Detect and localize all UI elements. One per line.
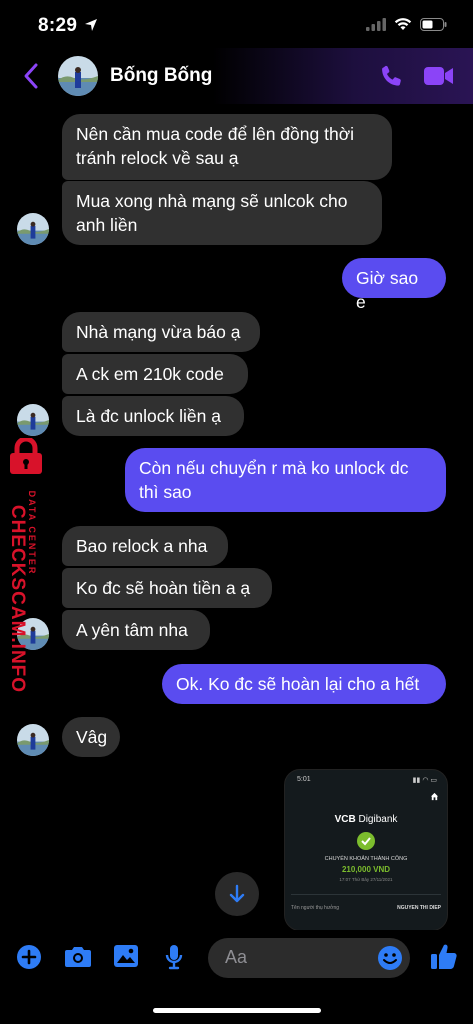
microphone-icon[interactable] (164, 944, 184, 970)
sender-avatar[interactable] (17, 404, 49, 436)
recipient-value: NGUYEN THI DIEP (397, 905, 441, 911)
message-input[interactable]: Aa (208, 938, 410, 978)
recipient-label: Tên người thụ hưởng (291, 905, 340, 911)
message-text: Giờ sao e (356, 268, 419, 312)
success-check-icon (357, 832, 375, 850)
message-input-placeholder: Aa (225, 947, 248, 967)
home-icon (430, 792, 439, 801)
contact-name[interactable]: Bống Bống (110, 65, 212, 87)
message-text: Nên cần mua code để lên đồng thời tránh … (76, 124, 355, 168)
message-text: Ko đc sẽ hoàn tiền a ạ (76, 578, 251, 598)
message-incoming[interactable]: Là đc unlock liền ạ (62, 396, 244, 436)
bank-brand: VCB Digibank (285, 814, 447, 825)
message-outgoing[interactable]: Ok. Ko đc sẽ hoàn lại cho a hết (162, 664, 446, 704)
avatar-image (17, 213, 49, 245)
message-text: Là đc unlock liền ạ (76, 406, 221, 426)
attachment-status-icons: ▮▮ ◠ ▭ (412, 777, 437, 784)
thumbs-up-icon[interactable] (430, 942, 458, 970)
scroll-to-bottom-button[interactable] (215, 872, 259, 916)
chat-header: Bống Bống (0, 48, 473, 104)
sender-avatar[interactable] (17, 213, 49, 245)
home-indicator (153, 1008, 321, 1013)
status-time: 8:29 (38, 15, 78, 36)
status-bar: 8:29 (0, 0, 473, 52)
brand-bold: VCB (334, 814, 356, 825)
wifi-icon (394, 18, 412, 30)
transfer-datetime: 17:07 Thứ Bảy 27/11/2021 (339, 877, 393, 882)
gallery-icon[interactable] (113, 944, 139, 968)
attachment-time: 5:01 (297, 776, 311, 783)
back-chevron-icon[interactable] (22, 62, 42, 90)
message-text: Nhà mạng vừa báo ạ (76, 322, 241, 342)
camera-icon[interactable] (64, 944, 92, 968)
transfer-status: CHUYỂN KHOẢN THÀNH CÔNG (324, 856, 408, 862)
divider (291, 894, 441, 895)
arrow-down-icon (229, 884, 245, 903)
composer-bar: Aa (0, 930, 473, 990)
message-text: A ck em 210k code (76, 364, 224, 384)
message-incoming[interactable]: A ck em 210k code (62, 354, 248, 394)
message-incoming[interactable]: Nên cần mua code để lên đồng thời tránh … (62, 114, 392, 180)
message-text: Mua xong nhà mạng sẽ unlcok cho anh liền (76, 191, 348, 235)
contact-avatar[interactable] (58, 56, 98, 96)
message-text: Bao relock a nha (76, 536, 208, 556)
image-attachment[interactable]: 5:01 ▮▮ ◠ ▭ VCB Digibank CHUYỂN KHOẢN TH… (284, 769, 448, 931)
message-incoming[interactable]: Bao relock a nha (62, 526, 228, 566)
battery-icon (420, 17, 447, 31)
watermark-subtitle: DATA CENTER (27, 490, 37, 576)
message-incoming[interactable]: Vâg (62, 717, 120, 757)
avatar-image (17, 404, 49, 436)
message-text: A yên tâm nha (76, 620, 188, 640)
message-incoming[interactable]: Ko đc sẽ hoàn tiền a ạ (62, 568, 272, 608)
message-outgoing[interactable]: Giờ sao e (342, 258, 446, 312)
plus-icon[interactable] (16, 944, 42, 970)
message-outgoing[interactable]: Còn nếu chuyển r mà ko unlock dc thì sao (125, 448, 446, 512)
message-text: Vâg (76, 727, 108, 747)
message-text: Còn nếu chuyển r mà ko unlock dc thì sao (139, 458, 409, 502)
transfer-amount: 210,000 VND (341, 865, 391, 874)
emoji-icon[interactable] (376, 944, 404, 972)
video-call-icon[interactable] (424, 65, 454, 87)
avatar-image (58, 56, 98, 96)
message-incoming[interactable]: Mua xong nhà mạng sẽ unlcok cho anh liền (62, 181, 382, 245)
brand-rest: Digibank (355, 814, 398, 825)
signal-icon (366, 17, 386, 31)
watermark-title: CHECKSCAM.INFO (7, 504, 28, 694)
watermark: DATA CENTER CHECKSCAM.INFO (0, 438, 52, 693)
location-arrow-icon (85, 19, 97, 31)
avatar-image (17, 724, 49, 756)
message-text: Ok. Ko đc sẽ hoàn lại cho a hết (176, 674, 420, 694)
lock-icon (10, 438, 42, 474)
message-incoming[interactable]: A yên tâm nha (62, 610, 210, 650)
message-incoming[interactable]: Nhà mạng vừa báo ạ (62, 312, 260, 352)
phone-call-icon[interactable] (378, 63, 406, 91)
sender-avatar[interactable] (17, 724, 49, 756)
